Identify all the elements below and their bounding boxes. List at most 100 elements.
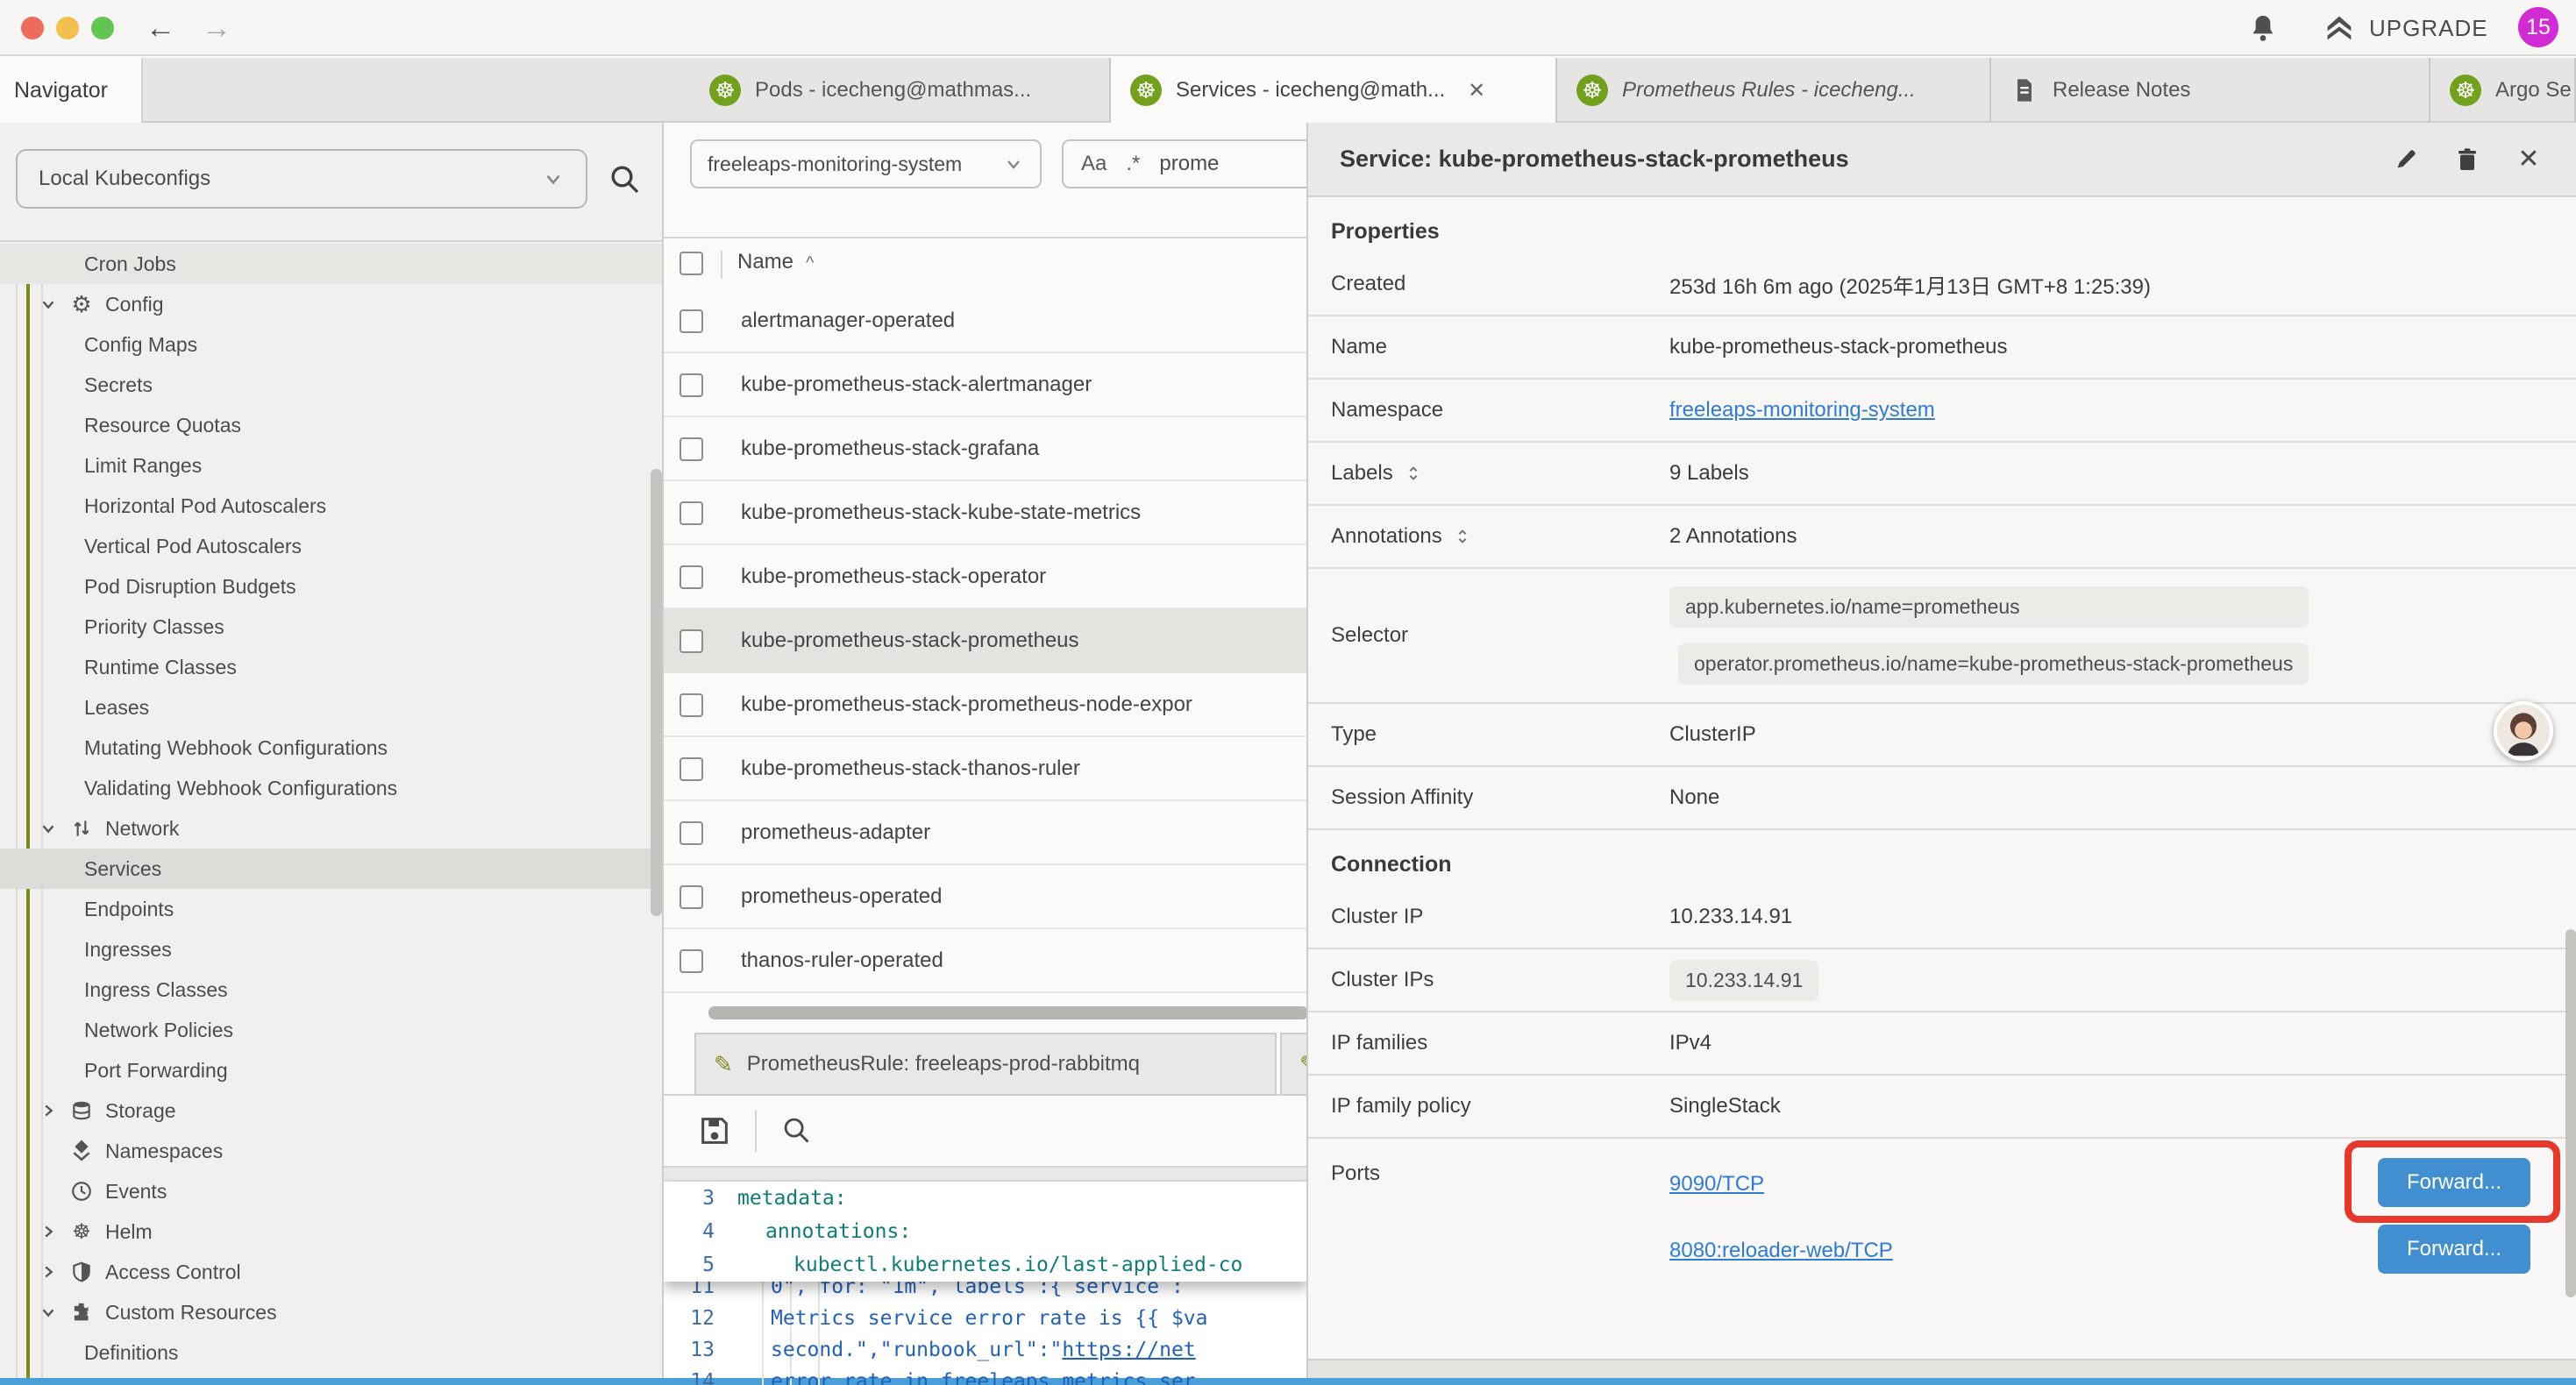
regex-icon[interactable]: .* bbox=[1126, 152, 1140, 176]
sidebar-item-runtime-classes[interactable]: Runtime Classes bbox=[0, 647, 664, 687]
sidebar-item-helm[interactable]: ☸Helm bbox=[0, 1211, 664, 1252]
zoom-window-button[interactable] bbox=[91, 17, 114, 39]
table-row[interactable]: kube-prometheus-stack-prometheus bbox=[664, 609, 1308, 673]
notification-count-badge[interactable]: 15 bbox=[2518, 7, 2558, 47]
row-checkbox[interactable] bbox=[680, 693, 703, 717]
chevron-down-icon[interactable] bbox=[39, 295, 58, 314]
editor-tab-next-partial[interactable]: ✎ bbox=[1280, 1033, 1308, 1096]
sidebar-item-validating-webhook-configurations[interactable]: Validating Webhook Configurations bbox=[0, 768, 664, 808]
chevron-down-icon[interactable] bbox=[39, 819, 58, 838]
sidebar-item-network-policies[interactable]: Network Policies bbox=[0, 1010, 664, 1050]
row-checkbox[interactable] bbox=[680, 629, 703, 653]
tab-pods-icecheng-mathmas[interactable]: ☸Pods - icecheng@mathmas... bbox=[690, 58, 1111, 123]
details-horizontal-scrollbar[interactable] bbox=[1308, 1359, 2576, 1378]
code-link[interactable]: https://net bbox=[1062, 1339, 1195, 1361]
table-row[interactable]: kube-prometheus-stack-operator bbox=[664, 545, 1308, 609]
sidebar-item-definitions[interactable]: Definitions bbox=[0, 1332, 664, 1373]
table-row[interactable]: kube-prometheus-stack-thanos-ruler bbox=[664, 737, 1308, 801]
horizontal-scrollbar[interactable] bbox=[708, 1006, 1308, 1019]
port-link[interactable]: 9090/TCP bbox=[1669, 1172, 1764, 1197]
sidebar-item-ingresses[interactable]: Ingresses bbox=[0, 929, 664, 970]
editor-tab-prometheusrule[interactable]: ✎ PrometheusRule: freeleaps-prod-rabbitm… bbox=[694, 1033, 1277, 1096]
sidebar-item-resource-quotas[interactable]: Resource Quotas bbox=[0, 405, 664, 445]
sidebar-item-storage[interactable]: Storage bbox=[0, 1090, 664, 1131]
tab-argo-se[interactable]: ☸Argo Se bbox=[2430, 58, 2576, 123]
sidebar-item-secrets[interactable]: Secrets bbox=[0, 365, 664, 405]
sidebar-item-port-forwarding[interactable]: Port Forwarding bbox=[0, 1050, 664, 1090]
save-icon[interactable] bbox=[697, 1113, 732, 1148]
table-row[interactable]: kube-prometheus-stack-prometheus-node-ex… bbox=[664, 673, 1308, 737]
table-row[interactable]: prometheus-adapter bbox=[664, 801, 1308, 865]
sidebar-item-events[interactable]: Events bbox=[0, 1171, 664, 1211]
row-checkbox[interactable] bbox=[680, 501, 703, 525]
sidebar-item-namespaces[interactable]: Namespaces bbox=[0, 1131, 664, 1171]
sidebar-item-network[interactable]: Network bbox=[0, 808, 664, 849]
close-icon[interactable]: ✕ bbox=[2513, 144, 2544, 175]
notifications-bell-icon[interactable] bbox=[2246, 12, 2280, 46]
table-row[interactable]: prometheus-operated bbox=[664, 865, 1308, 929]
sidebar-item-services[interactable]: Services bbox=[0, 849, 664, 889]
chevron-right-icon[interactable] bbox=[39, 1222, 58, 1241]
sidebar-item-cron-jobs[interactable]: Cron Jobs bbox=[0, 244, 664, 284]
tab-services-icecheng-math[interactable]: ☸Services - icecheng@math...✕ bbox=[1111, 58, 1557, 123]
edit-pencil-icon[interactable] bbox=[2390, 144, 2422, 175]
forward-button[interactable]: Forward... bbox=[2378, 1225, 2530, 1274]
sidebar-item-mutating-webhook-configurations[interactable]: Mutating Webhook Configurations bbox=[0, 728, 664, 768]
delete-trash-icon[interactable] bbox=[2451, 144, 2483, 175]
select-all-checkbox[interactable] bbox=[680, 252, 703, 275]
port-link[interactable]: 8080:reloader-web/TCP bbox=[1669, 1239, 1893, 1263]
table-row[interactable]: kube-prometheus-stack-grafana bbox=[664, 417, 1308, 481]
sidebar-item-endpoints[interactable]: Endpoints bbox=[0, 889, 664, 929]
row-checkbox[interactable] bbox=[680, 949, 703, 973]
sidebar-item-access-control[interactable]: Access Control bbox=[0, 1252, 664, 1292]
minimize-window-button[interactable] bbox=[56, 17, 79, 39]
row-checkbox[interactable] bbox=[680, 309, 703, 333]
sidebar-scrollbar[interactable] bbox=[651, 469, 662, 916]
row-checkbox[interactable] bbox=[680, 757, 703, 781]
sort-icon[interactable] bbox=[1453, 527, 1472, 546]
tab-release-notes[interactable]: Release Notes bbox=[1991, 58, 2430, 123]
row-checkbox[interactable] bbox=[680, 565, 703, 589]
close-window-button[interactable] bbox=[21, 17, 44, 39]
sidebar-item-config[interactable]: ⚙Config bbox=[0, 284, 664, 324]
name-filter-input[interactable]: Aa .* prome bbox=[1062, 139, 1308, 188]
sidebar-item-pod-disruption-budgets[interactable]: Pod Disruption Budgets bbox=[0, 566, 664, 607]
detail-label: Created bbox=[1308, 272, 1669, 296]
sidebar-item-ingress-classes[interactable]: Ingress Classes bbox=[0, 970, 664, 1010]
upgrade-button[interactable]: UPGRADE bbox=[2322, 11, 2488, 46]
table-row[interactable]: kube-prometheus-stack-kube-state-metrics bbox=[664, 481, 1308, 545]
sidebar-item-limit-ranges[interactable]: Limit Ranges bbox=[0, 445, 664, 486]
navigator-panel-tab[interactable]: Navigator bbox=[0, 58, 143, 123]
avatar[interactable] bbox=[2494, 701, 2553, 761]
chevron-right-icon[interactable] bbox=[39, 1101, 58, 1120]
yaml-editor[interactable]: 110", for: "1m", labels :{ service : 12M… bbox=[664, 1182, 1308, 1381]
sidebar-item-horizontal-pod-autoscalers[interactable]: Horizontal Pod Autoscalers bbox=[0, 486, 664, 526]
search-icon[interactable] bbox=[607, 161, 642, 196]
forward-arrow-icon[interactable]: → bbox=[202, 11, 231, 46]
table-row[interactable]: thanos-ruler-operated bbox=[664, 929, 1308, 993]
sidebar-item-vertical-pod-autoscalers[interactable]: Vertical Pod Autoscalers bbox=[0, 526, 664, 566]
table-row[interactable]: alertmanager-operated bbox=[664, 289, 1308, 353]
row-checkbox[interactable] bbox=[680, 885, 703, 909]
name-column-header[interactable]: Name^ bbox=[737, 250, 814, 274]
row-checkbox[interactable] bbox=[680, 821, 703, 845]
sidebar-item-config-maps[interactable]: Config Maps bbox=[0, 324, 664, 365]
row-checkbox[interactable] bbox=[680, 437, 703, 461]
close-icon[interactable]: ✕ bbox=[1468, 78, 1485, 103]
row-checkbox[interactable] bbox=[680, 373, 703, 397]
details-vertical-scrollbar[interactable] bbox=[2565, 929, 2576, 1297]
sort-icon[interactable] bbox=[1404, 464, 1423, 483]
tab-prometheus-rules-icecheng[interactable]: ☸Prometheus Rules - icecheng... bbox=[1557, 58, 1991, 123]
back-arrow-icon[interactable]: ← bbox=[146, 11, 175, 46]
chevron-down-icon[interactable] bbox=[39, 1303, 58, 1322]
sidebar-item-priority-classes[interactable]: Priority Classes bbox=[0, 607, 664, 647]
table-row[interactable]: kube-prometheus-stack-alertmanager bbox=[664, 353, 1308, 417]
namespace-selector[interactable]: freeleaps-monitoring-system bbox=[690, 139, 1042, 188]
detail-value-link[interactable]: freeleaps-monitoring-system bbox=[1669, 398, 1935, 423]
kubeconfig-selector[interactable]: Local Kubeconfigs bbox=[16, 149, 587, 209]
match-case-icon[interactable]: Aa bbox=[1081, 152, 1107, 176]
chevron-right-icon[interactable] bbox=[39, 1262, 58, 1282]
sidebar-item-custom-resources[interactable]: Custom Resources bbox=[0, 1292, 664, 1332]
sidebar-item-leases[interactable]: Leases bbox=[0, 687, 664, 728]
editor-search-icon[interactable] bbox=[779, 1113, 815, 1148]
